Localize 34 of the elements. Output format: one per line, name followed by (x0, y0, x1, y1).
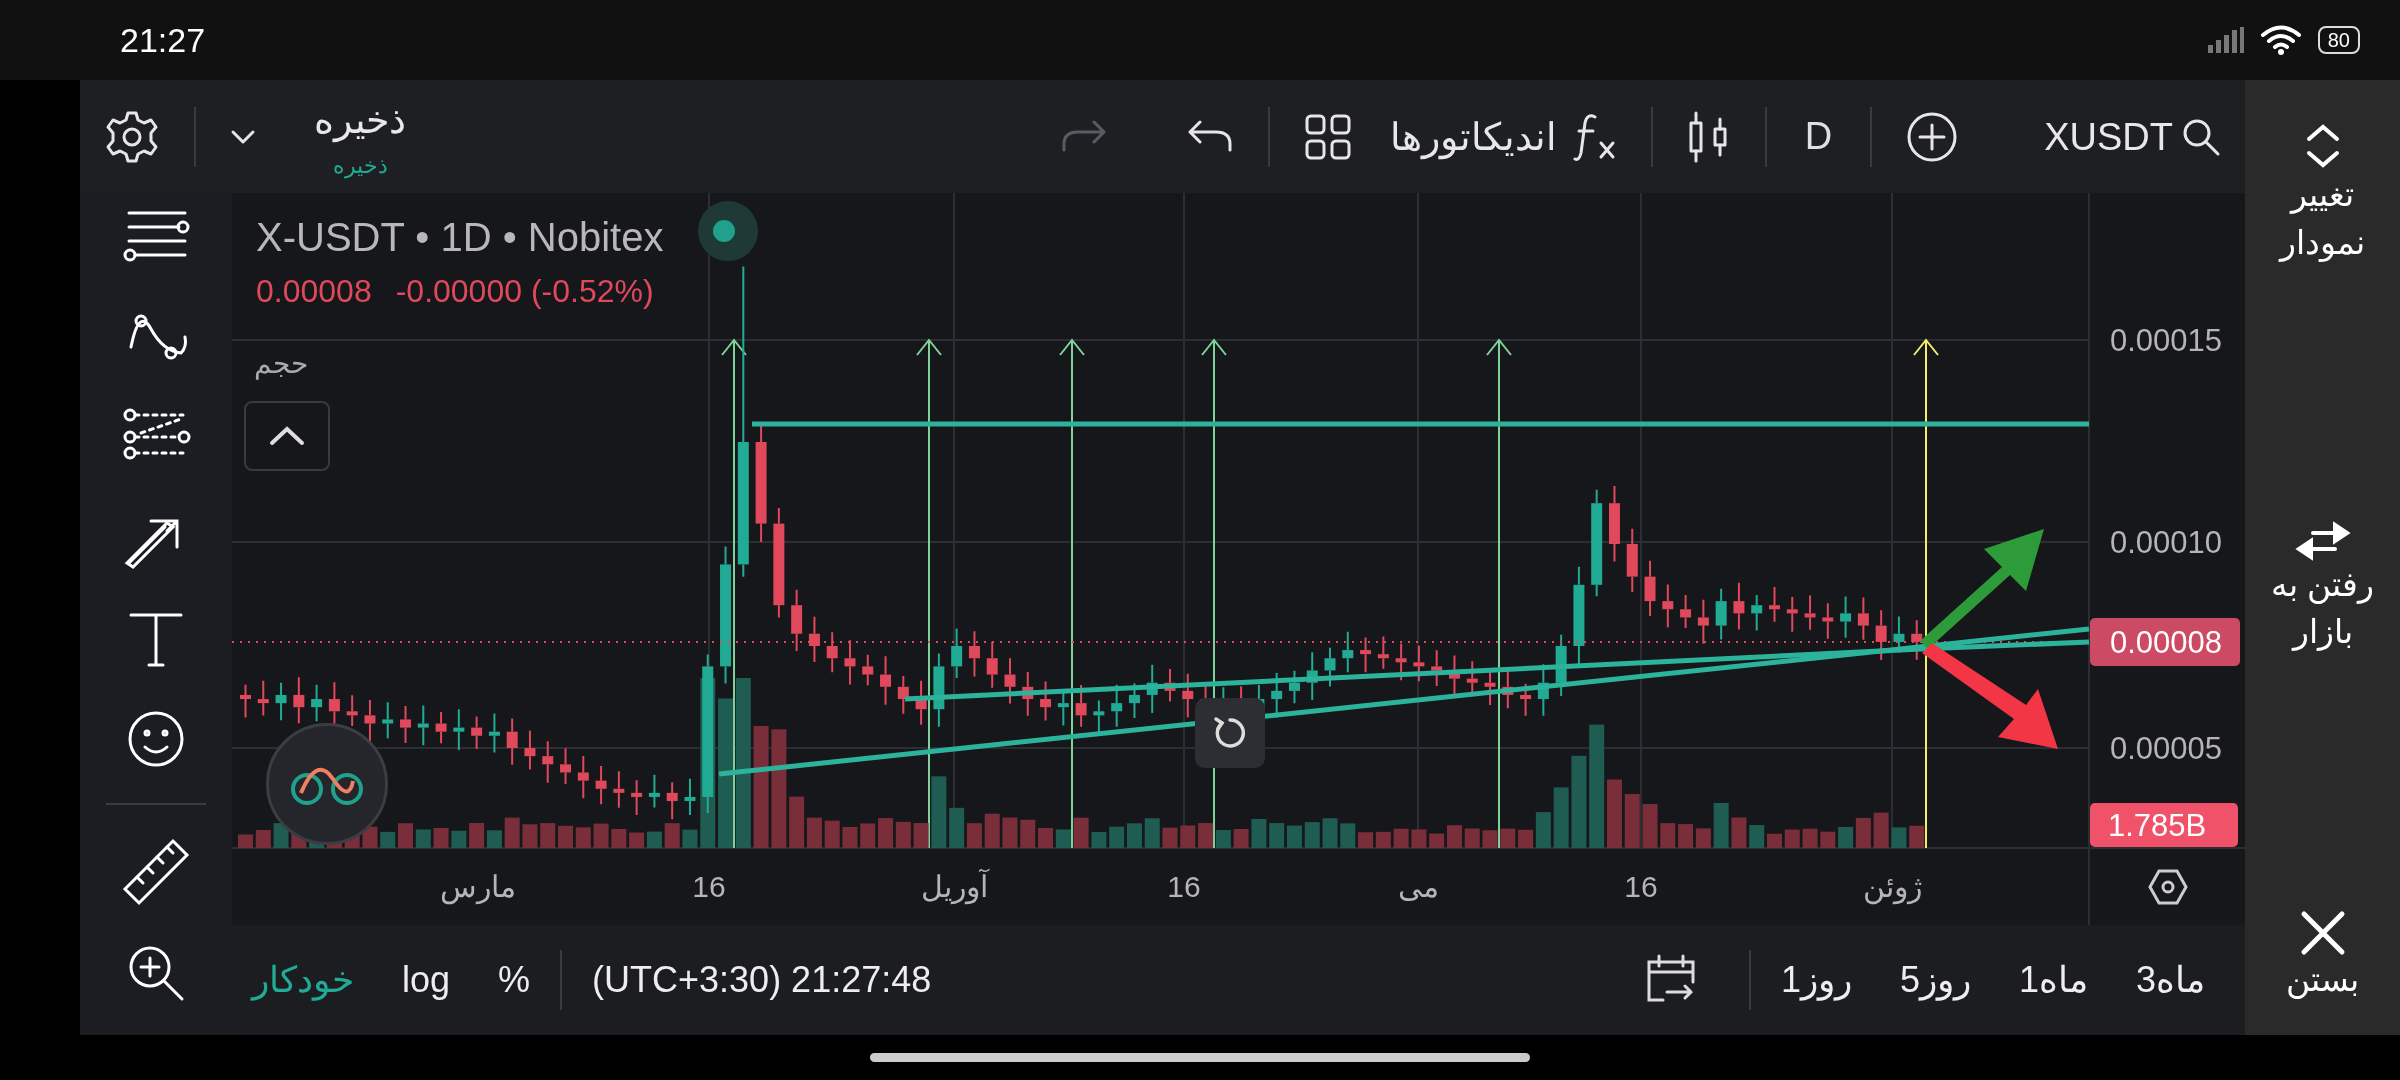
time-label: 16 (1624, 870, 1658, 903)
save-label[interactable]: ذخیره (314, 91, 406, 149)
price-label: 0.00005 (2110, 731, 2223, 766)
range-button[interactable]: 5روز (1899, 953, 1971, 1007)
time-label: می (1397, 870, 1439, 903)
range-button[interactable]: 3ماه (2135, 953, 2205, 1007)
price-change: -0.00000 (-0.52%) (395, 272, 654, 311)
clock: 21:27 (120, 19, 206, 61)
time-label: آوریل (920, 870, 988, 903)
price-label: 0.00015 (2110, 323, 2223, 358)
time-label: ژوئن (1862, 870, 1922, 903)
volume-label: حجم (254, 347, 308, 382)
price-label: 0.00010 (2110, 525, 2223, 560)
side-action-button[interactable]: تغییر نمودار (2257, 120, 2388, 268)
side-action-button[interactable]: بستن (2257, 909, 2388, 1005)
indicators-button[interactable]: اندیکاتورها (1385, 106, 1621, 167)
scale-mode-button[interactable]: خودکار (252, 953, 354, 1007)
scale-mode-button[interactable]: log (402, 953, 451, 1007)
interval-button[interactable]: D (1796, 107, 1841, 166)
side-action-button[interactable]: رفتن به بازار (2257, 519, 2388, 658)
scale-mode-button[interactable]: % (498, 953, 531, 1007)
chart-title: X-USDT • 1D • Nobitex (256, 214, 664, 261)
time-label: 16 (692, 870, 726, 903)
timezone-time: (UTC+3:30) 21:27:48 (592, 958, 932, 1002)
last-price-tag: 0.00008 (2090, 617, 2240, 666)
battery-indicator: 80 (2317, 26, 2360, 54)
symbol-search-button[interactable]: XUSDT (2040, 112, 2225, 161)
price-value: 0.00008 (256, 272, 372, 311)
time-label: 16 (1167, 870, 1201, 903)
range-button[interactable]: 1روز (1780, 953, 1852, 1007)
range-button[interactable]: 1ماه (2018, 953, 2088, 1007)
save-status: ذخیره (332, 151, 388, 181)
time-label: مارس (440, 870, 516, 903)
volume-tag: 1.785B (2090, 803, 2238, 847)
